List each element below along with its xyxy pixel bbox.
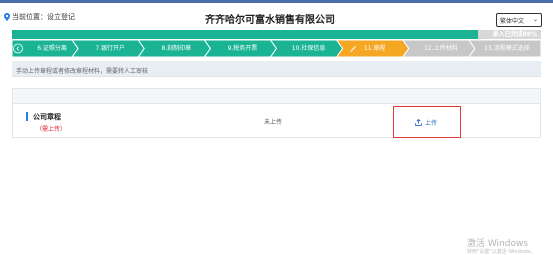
progress-text: 录入已完成88% (492, 31, 537, 38)
progress-bar: 录入已完成88% (12, 30, 541, 39)
upload-icon (415, 119, 422, 126)
upload-status: 未上传 (264, 119, 283, 126)
top-accent-line (0, 0, 553, 3)
breadcrumb: 当前位置：设立登记 (4, 12, 75, 22)
activation-watermark-subtitle: 转到"设置"以激活 Windows。 (467, 249, 536, 255)
step-tab-3[interactable]: 8.刻制印章 (146, 40, 206, 57)
step-tab-7[interactable]: 12.上传材料 (411, 40, 471, 57)
page-header: 当前位置：设立登记 齐齐哈尔可富水销售有限公司 繁体中文 ⌄ (0, 4, 553, 30)
step-navigation: 6.证照分离 7.银行开户 8.刻制印章 9.税务开票 10.社保信息 11.章程 12.上… (12, 40, 541, 57)
progress-fill (12, 30, 478, 39)
step-tab-6[interactable]: 11.章程 (345, 40, 405, 57)
location-pin-icon (4, 13, 10, 21)
upload-label: 上传 (425, 120, 438, 127)
step-tab-4[interactable]: 9.税务开票 (212, 40, 272, 57)
language-select[interactable]: 繁体中文 ⌄ (496, 13, 542, 27)
required-label: （需上传） (36, 126, 67, 133)
step-tab-5[interactable]: 10.社保信息 (279, 40, 339, 57)
step-tab-2[interactable]: 7.银行开户 (80, 40, 140, 57)
table-header (12, 88, 541, 104)
row-marker (26, 112, 28, 121)
upload-button[interactable]: 上传 (415, 118, 437, 127)
language-value: 繁体中文 (500, 17, 525, 25)
notice-text: 手动上传章程或者修改章程材料，需要转人工审核 (16, 68, 149, 75)
table-row: 公司章程 （需上传） 未上传 上传 (12, 104, 541, 138)
notice-bar: 手动上传章程或者修改章程材料，需要转人工审核 (12, 61, 541, 77)
page-title: 齐齐哈尔可富水销售有限公司 (205, 15, 335, 26)
location-text: 当前位置：设立登记 (12, 13, 75, 21)
chevron-down-icon: ⌄ (532, 16, 538, 23)
step-tab-8[interactable]: 13.流程模式选择 (477, 40, 537, 57)
document-name: 公司章程 (33, 113, 61, 121)
step-tab-1[interactable]: 6.证照分离 (22, 40, 82, 57)
